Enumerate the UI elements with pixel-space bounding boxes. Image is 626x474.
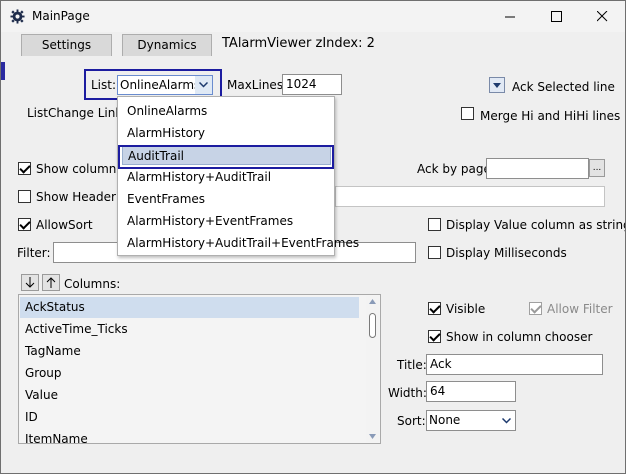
allowsort-checkbox[interactable] [18, 218, 31, 231]
window-title: MainPage [32, 9, 90, 23]
list-dropdown-popup: OnlineAlarms AlarmHistory AuditTrail Ala… [117, 96, 359, 256]
display-ms-label: Display Milliseconds [446, 246, 567, 260]
list-item-activetime[interactable]: ActiveTime_Ticks [20, 319, 359, 340]
dropdown-option-alarmhistory[interactable]: AlarmHistory [122, 123, 331, 143]
maximize-button[interactable] [533, 1, 579, 32]
merge-label: Merge Hi and HiHi lines [480, 109, 621, 123]
dropdown-option-all-sources[interactable]: AlarmHistory+AuditTrail+EventFrames [122, 233, 359, 253]
move-up-button[interactable] [42, 274, 60, 291]
arrow-down-icon [25, 277, 35, 288]
list-combobox[interactable]: OnlineAlarms [117, 75, 213, 95]
maximize-icon [550, 11, 562, 22]
scroll-up-icon[interactable] [369, 299, 376, 304]
list-item-id[interactable]: ID [20, 407, 359, 428]
edge-marker [1, 62, 5, 80]
sort-label: Sort: [397, 414, 426, 428]
maxlines-input[interactable]: 1024 [282, 74, 342, 95]
dropdown-option-alarmhistory-eventframes[interactable]: AlarmHistory+EventFrames [122, 211, 331, 231]
list-item-group[interactable]: Group [20, 363, 359, 384]
ack-by-page-input[interactable] [486, 158, 589, 179]
client-area: Settings Dynamics TAlarmViewer zIndex: 2… [1, 32, 625, 473]
ack-by-page-label: Ack by page: [417, 162, 495, 176]
gear-icon [10, 9, 25, 24]
show-column-label: Show column ti [36, 162, 129, 176]
columns-scrollbar[interactable] [366, 296, 379, 442]
tab-settings[interactable]: Settings [21, 34, 112, 56]
audittrail-highlight-box [118, 145, 334, 169]
columns-list[interactable]: AckStatus ActiveTime_Ticks TagName Group… [18, 294, 381, 444]
visible-label: Visible [446, 302, 486, 316]
chevron-down-icon[interactable] [498, 411, 515, 430]
filter-label: Filter: [17, 246, 51, 260]
list-value: OnlineAlarms [120, 78, 201, 92]
width-label: Width: [388, 386, 427, 400]
minimize-button[interactable] [487, 1, 533, 32]
chevron-down-icon[interactable] [195, 76, 212, 94]
close-button[interactable] [579, 1, 625, 32]
component-header: TAlarmViewer zIndex: 2 [222, 36, 375, 51]
sort-combobox[interactable]: None [426, 410, 516, 431]
tab-dynamics[interactable]: Dynamics [122, 34, 212, 56]
allow-filter-label: Allow Filter [547, 302, 613, 316]
minimize-icon [504, 16, 515, 18]
list-label: List: [91, 78, 117, 92]
show-header-label: Show Header: [36, 190, 120, 204]
dropdown-option-onlinealarms[interactable]: OnlineAlarms [122, 101, 331, 121]
list-item-value[interactable]: Value [20, 385, 359, 406]
column-chooser-checkbox[interactable] [428, 330, 441, 343]
list-item-tagname[interactable]: TagName [20, 341, 359, 362]
arrow-up-icon [46, 277, 56, 288]
move-down-button[interactable] [21, 274, 39, 291]
display-ms-checkbox[interactable] [428, 246, 441, 259]
header-input[interactable] [335, 186, 605, 207]
title-bar: MainPage [1, 1, 625, 32]
allowsort-label: AllowSort [36, 218, 93, 232]
visible-checkbox[interactable] [428, 302, 441, 315]
ack-selected-label[interactable]: Ack Selected line [512, 80, 615, 94]
sort-value: None [429, 413, 461, 427]
show-column-checkbox[interactable] [18, 162, 31, 175]
ack-by-page-browse-button[interactable]: ... [589, 159, 605, 177]
column-chooser-label: Show in column chooser [446, 330, 593, 344]
display-value-label: Display Value column as string [446, 218, 626, 232]
scroll-thumb[interactable] [369, 313, 376, 338]
caret-down-icon [493, 82, 501, 88]
allow-filter-checkbox[interactable] [529, 302, 542, 315]
close-icon [596, 11, 607, 22]
list-item-itemname[interactable]: ItemName [20, 429, 359, 443]
maxlines-label: MaxLines: [227, 78, 288, 92]
ack-selected-dropdown[interactable] [489, 77, 505, 93]
list-item-ackstatus[interactable]: AckStatus [20, 297, 359, 318]
width-input[interactable]: 64 [426, 381, 516, 402]
main-window: MainPage Settings Dynamics TAlarmViewer … [0, 0, 626, 474]
dropdown-option-alarmhistory-audittrail[interactable]: AlarmHistory+AuditTrail [122, 167, 331, 187]
title-input[interactable]: Ack [426, 354, 603, 375]
dropdown-option-eventframes[interactable]: EventFrames [122, 189, 331, 209]
title-label: Title: [397, 358, 427, 372]
scroll-down-icon[interactable] [369, 434, 376, 439]
show-header-checkbox[interactable] [18, 190, 31, 203]
display-value-checkbox[interactable] [428, 218, 441, 231]
columns-label: Columns: [64, 277, 121, 291]
merge-checkbox[interactable] [461, 107, 474, 120]
listchange-label: ListChange Link: [27, 106, 127, 120]
